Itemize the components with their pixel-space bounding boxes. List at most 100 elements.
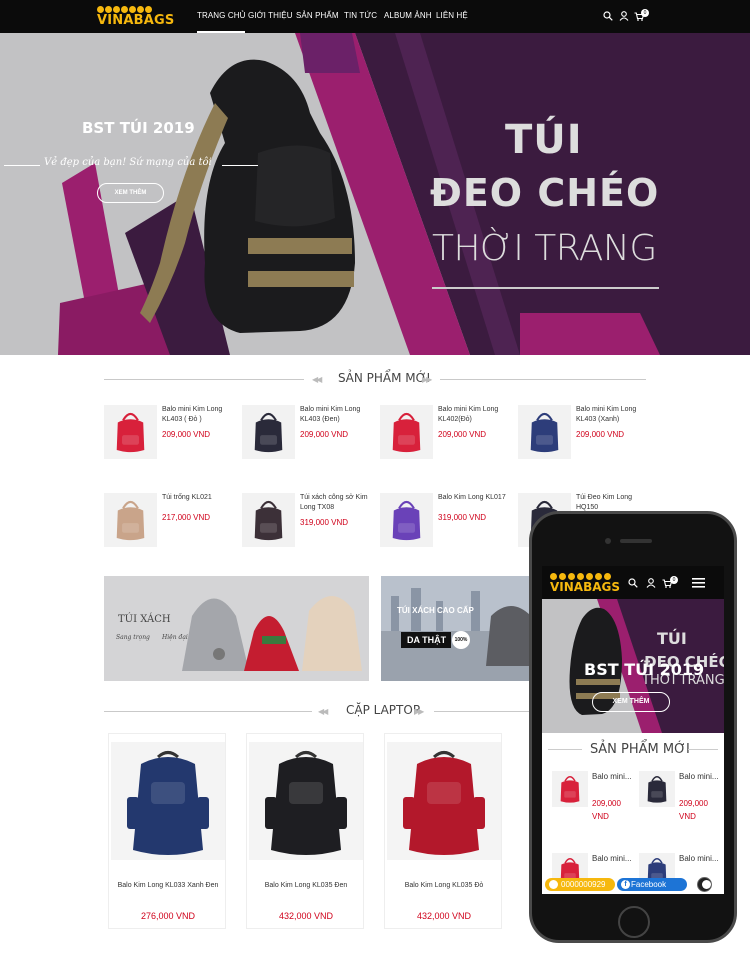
- product-name[interactable]: Túi Đeo Kim Long HQ150: [576, 493, 648, 513]
- product-item[interactable]: Balo mini Kim Long KL403 (Xanh) 209,000 V…: [518, 405, 648, 465]
- hamburger-menu-icon[interactable]: [692, 578, 705, 588]
- mobile-hero[interactable]: TÚI ĐEO CHÉO THỜI TRANG BST TÚI 2019 XEM…: [542, 599, 724, 733]
- product-image[interactable]: [518, 405, 571, 459]
- product-name[interactable]: Balo mini Kim Long KL403 ( Đỏ ): [162, 405, 234, 425]
- product-name[interactable]: Balo Kim Long KL035 Đen: [247, 882, 365, 889]
- divider: [548, 749, 582, 750]
- messenger-icon: [702, 880, 711, 889]
- premium-banner-percent: 100%: [452, 631, 470, 649]
- mobile-hero-title: BST TÚI 2019: [584, 660, 705, 679]
- mobile-section-title: Sản phẩm mới: [590, 742, 690, 757]
- product-name[interactable]: Balo mini Kim Long KL403 (Xanh): [576, 405, 648, 425]
- product-name[interactable]: Túi trống KL021: [162, 493, 234, 503]
- mobile-cart-badge: 0: [670, 576, 678, 584]
- divider: [104, 379, 304, 380]
- product-name[interactable]: Balo Kim Long KL033 Xanh Đen: [109, 882, 227, 889]
- nav-item-album[interactable]: Album ảnh: [384, 11, 432, 20]
- top-navbar: VINABAGS Trang chủ Giới thiệu Sản phẩm T…: [0, 0, 750, 33]
- hero-underline: [432, 287, 659, 289]
- hero-see-more-button[interactable]: XEM THÊM: [97, 183, 164, 203]
- facebook-icon: f: [621, 880, 630, 889]
- phone-speaker: [620, 539, 652, 543]
- product-image[interactable]: [111, 742, 225, 860]
- nav-item-contact[interactable]: Liên hệ: [436, 11, 468, 20]
- product-name[interactable]: Balo mini...: [679, 853, 724, 865]
- laptop-product-card[interactable]: Balo Kim Long KL035 Đen 432,000 VND: [246, 733, 364, 929]
- handbag-banner-title: TÚI XÁCH: [118, 614, 171, 625]
- page: VINABAGS Trang chủ Giới thiệu Sản phẩm T…: [0, 0, 750, 955]
- product-name[interactable]: Balo mini Kim Long KL403 (Đen): [300, 405, 372, 425]
- product-image[interactable]: [242, 493, 295, 547]
- divider: [688, 749, 718, 750]
- premium-bag-banner-art: [381, 576, 531, 681]
- laptop-product-card[interactable]: Balo Kim Long KL035 Đỏ 432,000 VND: [384, 733, 502, 929]
- nav-item-products[interactable]: Sản phẩm: [296, 11, 339, 20]
- mobile-logo-dots: [550, 573, 616, 580]
- cart-count-badge: 0: [641, 9, 649, 17]
- nav-item-news[interactable]: Tin tức: [344, 11, 377, 20]
- product-image[interactable]: [387, 742, 501, 860]
- search-icon[interactable]: [628, 578, 638, 588]
- product-image[interactable]: [249, 742, 363, 860]
- ornament-left: ◀◀: [318, 707, 328, 716]
- product-name[interactable]: Balo mini...: [592, 771, 638, 783]
- mobile-product-item[interactable]: Balo mini... 209,000 VND: [639, 771, 724, 831]
- phone-home-button: [618, 906, 650, 938]
- product-item[interactable]: Balo mini Kim Long KL403 (Đen) 209,000 VN…: [242, 405, 372, 465]
- mobile-preview-phone: VINABAGS 0 TÚI ĐEO CHÉO THỜI TRANG BST T…: [529, 511, 737, 943]
- product-name[interactable]: Balo Kim Long KL035 Đỏ: [385, 882, 503, 889]
- handbag-banner-art: [104, 576, 369, 681]
- product-image[interactable]: [380, 405, 433, 459]
- ornament-right: ▶▶: [422, 375, 432, 384]
- product-name[interactable]: Túi xách công sở Kim Long TX08: [300, 493, 372, 513]
- hero-divider-left: [4, 165, 40, 166]
- new-products-title: Sản phẩm mới: [338, 371, 431, 385]
- premium-banner-title: TÚI XÁCH CAO CẤP: [397, 606, 474, 615]
- product-price: 209,000 VND: [592, 799, 621, 821]
- hero-banner[interactable]: BST TÚI 2019 Vẻ đẹp của bạn! Sứ mạng của…: [0, 33, 750, 355]
- product-price: 209,000 VND: [679, 799, 708, 821]
- messenger-button[interactable]: [697, 877, 712, 892]
- nav-item-about[interactable]: Giới thiệu: [248, 11, 293, 20]
- mobile-product-item[interactable]: Balo mini... 209,000 VND: [552, 771, 640, 831]
- user-icon[interactable]: [646, 578, 656, 588]
- laptop-product-card[interactable]: Balo Kim Long KL033 Xanh Đen 276,000 VND: [108, 733, 226, 929]
- divider: [104, 711, 312, 712]
- search-icon[interactable]: [603, 11, 613, 21]
- svg-text:TÚI: TÚI: [657, 629, 687, 648]
- product-image[interactable]: [552, 771, 588, 807]
- product-price: 209,000 VND: [438, 430, 487, 439]
- hero-headline-3: THỜI TRANG: [432, 228, 657, 269]
- mobile-hero-button[interactable]: XEM THÊM: [592, 692, 670, 712]
- mobile-logo-text[interactable]: VINABAGS: [550, 580, 620, 594]
- new-products-heading: ◀◀ Sản phẩm mới ▶▶: [104, 371, 646, 387]
- product-name[interactable]: Balo mini...: [592, 853, 638, 865]
- product-item[interactable]: Balo mini Kim Long KL403 ( Đỏ ) 209,000 V…: [104, 405, 234, 465]
- premium-bag-banner[interactable]: TÚI XÁCH CAO CẤP DA THẬT 100%: [381, 576, 531, 681]
- product-item[interactable]: Balo mini Kim Long KL402(Đỏ) 209,000 VND: [380, 405, 510, 465]
- logo[interactable]: VINABAGS: [97, 6, 177, 30]
- product-name[interactable]: Balo Kim Long KL017: [438, 493, 510, 503]
- product-name[interactable]: Balo mini...: [679, 771, 724, 783]
- mobile-screen: VINABAGS 0 TÚI ĐEO CHÉO THỜI TRANG BST T…: [542, 566, 724, 894]
- laptop-heading: ◀◀ Cặp laptop ▶▶: [104, 703, 534, 719]
- logo-dots: [97, 6, 159, 13]
- product-item[interactable]: Balo Kim Long KL017 319,000 VND: [380, 493, 510, 553]
- product-price: 209,000 VND: [576, 430, 625, 439]
- product-image[interactable]: [104, 493, 157, 547]
- product-item[interactable]: Túi trống KL021 217,000 VND: [104, 493, 234, 553]
- product-item[interactable]: Túi xách công sở Kim Long TX08 319,000 VN…: [242, 493, 372, 553]
- hero-headline-1: TÚI: [505, 117, 583, 163]
- product-name[interactable]: Balo mini Kim Long KL402(Đỏ): [438, 405, 510, 425]
- handbag-banner-script-1: Sang trọng: [116, 634, 150, 641]
- product-image[interactable]: [380, 493, 433, 547]
- user-icon[interactable]: [619, 11, 629, 21]
- product-image[interactable]: [242, 405, 295, 459]
- nav-item-home[interactable]: Trang chủ: [197, 11, 246, 33]
- ornament-right: ▶▶: [414, 707, 424, 716]
- product-price: 319,000 VND: [438, 513, 487, 522]
- product-image[interactable]: [104, 405, 157, 459]
- product-price: 209,000 VND: [162, 430, 211, 439]
- handbag-banner[interactable]: TÚI XÁCH Sang trọng Hiện đại: [104, 576, 369, 681]
- product-image[interactable]: [639, 771, 675, 807]
